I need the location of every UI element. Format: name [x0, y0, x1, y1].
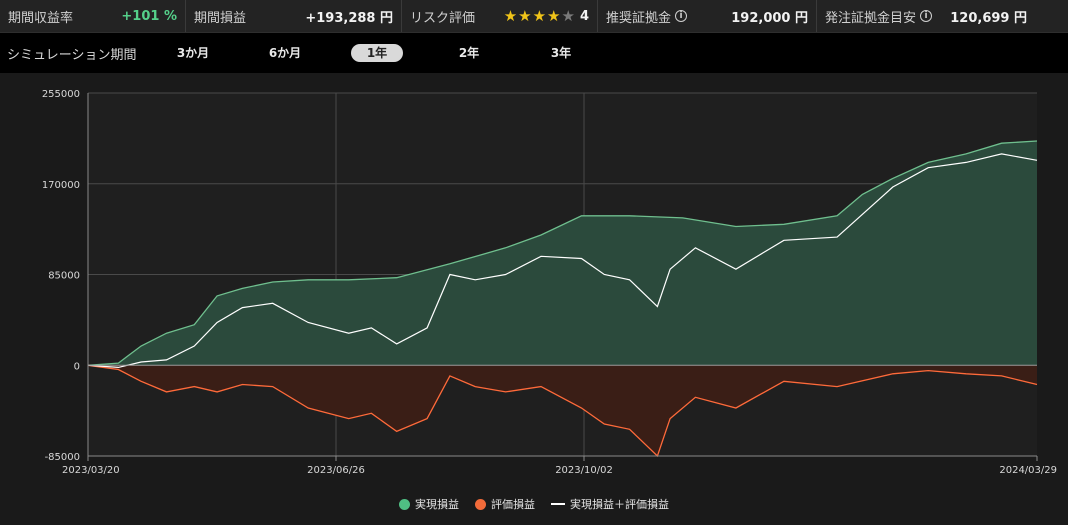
period-label: シミュレーション期間: [7, 47, 137, 63]
tab-1-year[interactable]: 1年: [351, 44, 403, 62]
y-tick-label: -85000: [45, 452, 80, 463]
tab-3-months[interactable]: 3か月: [167, 44, 219, 62]
y-tick-label: 170000: [42, 180, 80, 191]
tab-3-years[interactable]: 3年: [535, 44, 587, 62]
period-selector: シミュレーション期間 3か月 6か月 1年 2年 3年: [0, 33, 1068, 73]
tab-6-months[interactable]: 6か月: [259, 44, 311, 62]
legend-total[interactable]: 実現損益＋評価損益: [551, 496, 669, 512]
x-tick-label: 2024/03/29: [999, 465, 1057, 476]
stat-period-return: 期間収益率 +101 %: [0, 0, 186, 32]
period-profit-label: 期間損益: [194, 10, 247, 26]
period-return-value: +101 %: [121, 8, 177, 24]
legend-realized-swatch: [399, 498, 410, 510]
risk-stars: ★ ★ ★ ★ ★ 4: [503, 6, 589, 25]
star-empty-icon: ★: [561, 6, 575, 25]
star-icon: ★: [547, 6, 561, 25]
chart-legend: 実現損益 評価損益 実現損益＋評価損益: [0, 494, 1068, 514]
risk-value: 4: [579, 8, 589, 24]
legend-unrealized[interactable]: 評価損益: [475, 496, 535, 512]
stat-risk: リスク評価 ★ ★ ★ ★ ★ 4: [402, 0, 598, 32]
y-tick-label: 0: [74, 361, 80, 372]
star-icon: ★: [503, 6, 518, 25]
x-tick-label: 2023/06/26: [307, 465, 365, 476]
star-icon: ★: [518, 6, 532, 25]
legend-unrealized-label: 評価損益: [491, 498, 535, 511]
stat-period-profit: 期間損益 +193,288 円: [186, 0, 402, 32]
profit-chart: 255000 170000 85000 0 -85000 2023/03/20 2023/0…: [0, 73, 1068, 525]
stat-recommended-margin: 推奨証拠金 i 192,000 円: [598, 0, 817, 32]
stats-bar: 期間収益率 +101 % 期間損益 +193,288 円 リスク評価 ★ ★ ★…: [0, 0, 1068, 33]
tab-2-years[interactable]: 2年: [443, 44, 495, 62]
stat-order-margin: 発注証拠金目安 i 120,699 円: [817, 0, 1035, 32]
period-profit-value: +193,288 円: [305, 10, 393, 26]
recommended-margin-value: 192,000 円: [731, 10, 808, 26]
info-icon[interactable]: i: [920, 10, 933, 22]
profit-chart-svg: 255000 170000 85000 0 -85000 2023/03/20 2023/0…: [42, 89, 1057, 476]
legend-total-label: 実現損益＋評価損益: [570, 498, 669, 511]
recommended-margin-label: 推奨証拠金: [606, 10, 672, 26]
x-tick-label: 2023/10/02: [555, 465, 613, 476]
order-margin-value: 120,699 円: [950, 10, 1027, 26]
period-return-label: 期間収益率: [8, 10, 74, 26]
legend-realized[interactable]: 実現損益: [399, 496, 459, 512]
info-icon[interactable]: i: [675, 10, 688, 22]
y-tick-label: 255000: [42, 89, 80, 100]
y-tick-label: 85000: [48, 271, 80, 282]
legend-realized-label: 実現損益: [415, 498, 459, 511]
legend-total-swatch: [551, 503, 565, 505]
legend-unrealized-swatch: [475, 498, 486, 510]
risk-label: リスク評価: [410, 10, 476, 26]
x-tick-label: 2023/03/20: [62, 465, 120, 476]
star-icon: ★: [532, 6, 547, 25]
order-margin-label: 発注証拠金目安: [825, 10, 917, 26]
